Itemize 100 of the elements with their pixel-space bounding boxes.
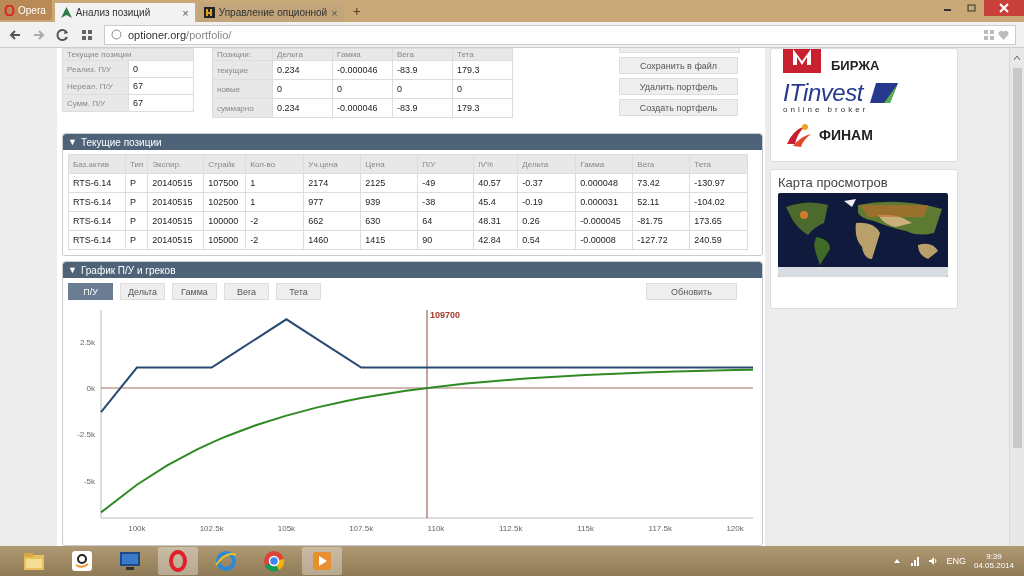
browser-menu-button[interactable]: Opera [0,0,52,20]
chart-mode-tab[interactable]: Гамма [172,283,217,300]
collapse-toggle[interactable]: ▼ [68,265,77,275]
chart-mode-tab[interactable]: Тета [276,283,321,300]
table-cell: P [125,173,148,193]
scrollbar[interactable] [1009,48,1024,546]
column-header[interactable]: Тета [689,154,748,174]
column-header[interactable]: Вега [632,154,690,174]
monitor-icon[interactable] [118,549,142,573]
action-button[interactable]: Удалить портфель [619,78,738,95]
table-cell: 2174 [303,173,361,193]
clock[interactable]: 9:39 04.05.2014 [973,552,1014,570]
panel-header[interactable]: ▼ График П/У и греков [63,262,762,278]
table-cell: 939 [360,192,418,212]
column-header[interactable]: IV% [473,154,518,174]
y-tick-label: 0k [86,384,95,393]
table-cell: RTS-6.14 [68,192,126,212]
opera-icon [4,4,15,16]
table-cell: 0.54 [517,230,576,250]
column-header[interactable]: Гамма [575,154,633,174]
grid-icon[interactable] [80,27,94,42]
table-cell: 73.42 [632,173,690,193]
language-indicator[interactable]: ENG [946,556,966,566]
panel-title: График П/У и греков [80,264,176,276]
flag-icon [870,81,899,105]
x-tick-label: 102.5k [199,524,224,533]
table-cell: -0.000046 [332,98,393,118]
signal-icon[interactable] [910,556,921,566]
column-header[interactable]: П/У [417,154,474,174]
browser-tab[interactable]: Управление опционной × [197,3,344,22]
x-tick-label: 115k [577,524,594,533]
table-cell: 52.11 [632,192,690,212]
column-header[interactable]: Тип [125,154,148,174]
address-field[interactable]: optioner.org/portfolio/ [104,24,1016,45]
browser-tab[interactable]: Анализ позиций × [54,3,195,22]
table-cell: 0 [392,79,453,99]
column-header: Дельта [272,48,333,61]
table-cell: 48.31 [473,211,518,231]
column-header: Вега [392,48,453,61]
table-cell: -38 [417,192,474,212]
table-cell: -49 [417,173,474,193]
close-tab-icon[interactable]: × [331,6,338,19]
chart-mode-tab[interactable]: П/У [68,283,113,300]
table-cell: -83.9 [392,98,453,118]
table-cell: 977 [303,192,361,212]
column-header[interactable]: Баз.актив [68,154,126,174]
column-header[interactable]: Уч.цена [303,154,361,174]
table-cell: 20140515 [147,211,204,231]
table-cell: 102500 [203,192,246,212]
new-tab-button[interactable]: + [346,3,367,19]
forward-icon[interactable] [32,27,46,42]
table-cell: 1 [245,173,304,193]
column-header[interactable]: Цена [360,154,418,174]
table-cell: -83.9 [392,60,453,80]
table-cell: 1415 [360,230,418,250]
action-button[interactable]: Сохранить в файл [619,57,738,74]
column-header: Тета [452,48,513,61]
sponsor-tagline: online broker [783,105,869,114]
close-tab-icon[interactable]: × [182,6,189,19]
media-player-icon[interactable] [310,549,334,573]
table-cell: 0.000031 [575,192,633,212]
table-cell: 20140515 [147,173,204,193]
table-cell: 42.84 [473,230,518,250]
x-tick-label: 100k [128,524,146,533]
table-cell: -2 [245,230,304,250]
action-button[interactable]: Создать портфель [619,99,738,116]
x-tick-label: 117.5k [648,524,672,533]
sponsor-name: БИРЖА [831,58,880,73]
column-header: Позиции: [212,48,273,61]
collapse-toggle[interactable]: ▼ [68,137,77,147]
y-tick-label: -2.5k [77,430,95,440]
table-cell: RTS-6.14 [68,230,126,250]
table-cell: -127.72 [632,230,690,250]
table-cell: -2 [245,211,304,231]
column-header[interactable]: Страйк [203,154,246,174]
table-cell: 0.000048 [575,173,633,193]
table-cell: 100000 [203,211,246,231]
x-tick-label: 112.5k [499,524,523,533]
chrome-icon[interactable] [262,549,286,573]
close-icon[interactable] [984,0,1024,16]
column-header[interactable]: Кол-во [245,154,304,174]
chart-mode-tab[interactable]: Вега [224,283,269,300]
column-header: Гамма [332,48,393,61]
chart-mode-tab[interactable]: Дельта [120,283,165,300]
reload-icon[interactable] [56,27,70,42]
scroll-up-icon[interactable] [1013,54,1021,62]
table-cell: -130.97 [689,173,748,193]
heart-icon[interactable] [998,29,1009,40]
browser-ring-icon[interactable] [214,549,238,573]
table-cell: 1460 [303,230,361,250]
column-header[interactable]: Экспир. [147,154,204,174]
speaker-icon[interactable] [928,556,939,566]
panel-header[interactable]: ▼ Текущие позиции [63,134,762,150]
table-cell: 0 [272,79,333,99]
opera-icon[interactable] [166,549,190,573]
globe-icon [111,29,122,40]
column-header[interactable]: Дельта [517,154,576,174]
table-cell: -0.00008 [575,230,633,250]
back-icon[interactable] [8,27,22,42]
refresh-button[interactable]: Обновить [646,283,737,300]
